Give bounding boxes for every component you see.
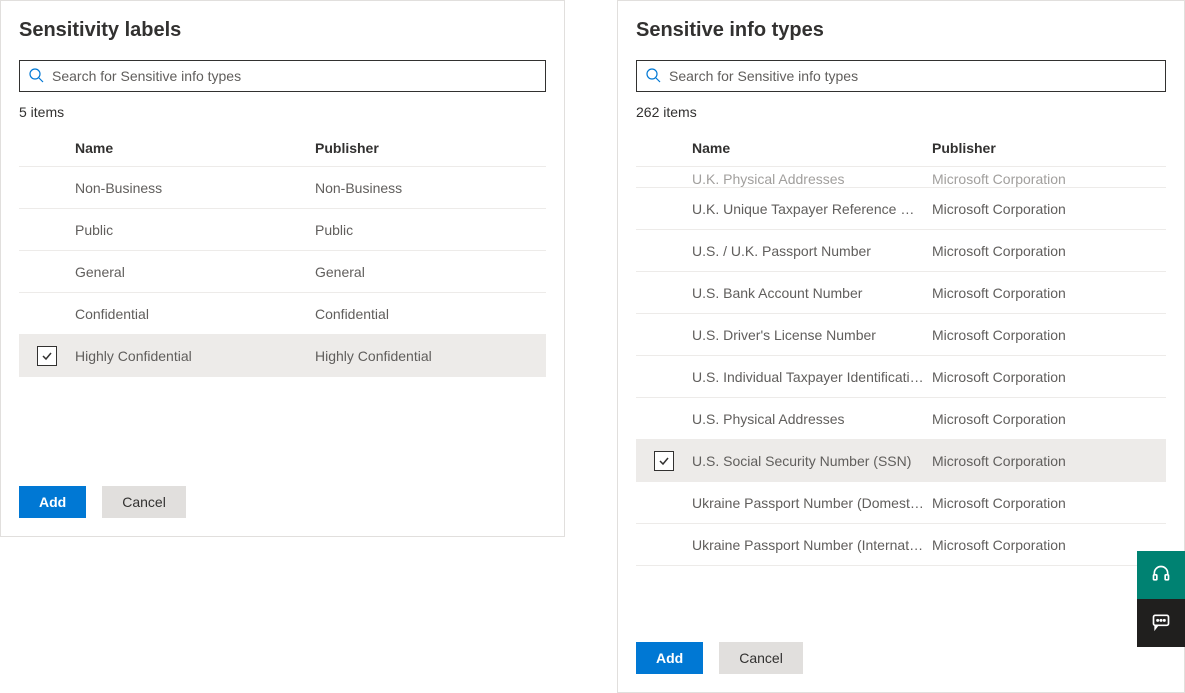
checkbox[interactable] [654,451,674,471]
cell-name: U.S. Individual Taxpayer Identification … [692,369,932,385]
cell-publisher: Microsoft Corporation [932,171,1166,187]
cell-publisher: Microsoft Corporation [932,327,1166,343]
items-count: 5 items [1,92,564,120]
labels-table: Name Publisher Non-BusinessNon-BusinessP… [1,120,564,468]
cell-publisher: Highly Confidential [315,348,546,364]
column-publisher[interactable]: Publisher [932,140,1166,156]
table-row[interactable]: U.S. Physical AddressesMicrosoft Corpora… [636,398,1166,440]
cell-name: Highly Confidential [75,348,315,364]
cell-name: U.S. Driver's License Number [692,327,932,343]
column-name[interactable]: Name [692,140,932,156]
cell-publisher: Microsoft Corporation [932,369,1166,385]
side-buttons [1137,551,1185,647]
table-header: Name Publisher [636,130,1166,167]
button-row: Add Cancel [1,468,564,536]
cancel-button[interactable]: Cancel [102,486,186,518]
sensitivity-labels-panel: Sensitivity labels 5 items Name Publishe… [0,0,565,537]
cell-publisher: General [315,264,546,280]
table-row[interactable]: GeneralGeneral [19,251,546,293]
cell-publisher: Microsoft Corporation [932,285,1166,301]
table-row[interactable]: ConfidentialConfidential [19,293,546,335]
help-button[interactable] [1137,551,1185,599]
cell-name: U.S. / U.K. Passport Number [692,243,932,259]
search-box[interactable] [19,60,546,92]
table-header: Name Publisher [19,130,546,167]
cell-name: Ukraine Passport Number (Domestic) [692,495,932,511]
search-box[interactable] [636,60,1166,92]
search-input[interactable] [669,68,1157,84]
info-types-table: Name Publisher U.K. Physical Addresses M… [618,120,1184,624]
table-row[interactable]: Ukraine Passport Number (International)M… [636,524,1166,566]
chat-icon [1151,612,1171,635]
cell-name: Public [75,222,315,238]
cell-name: U.K. Physical Addresses [692,171,932,187]
add-button[interactable]: Add [19,486,86,518]
cell-name: U.S. Bank Account Number [692,285,932,301]
cell-name: Ukraine Passport Number (International) [692,537,932,553]
column-publisher[interactable]: Publisher [315,140,546,156]
cell-publisher: Public [315,222,546,238]
cell-name: U.S. Social Security Number (SSN) [692,453,932,469]
table-row[interactable]: U.S. Individual Taxpayer Identification … [636,356,1166,398]
table-row[interactable]: U.K. Unique Taxpayer Reference NumberMic… [636,188,1166,230]
cell-publisher: Non-Business [315,180,546,196]
button-row: Add Cancel [618,624,1184,692]
search-container [1,42,564,92]
search-icon [28,67,52,86]
cancel-button[interactable]: Cancel [719,642,803,674]
feedback-button[interactable] [1137,599,1185,647]
cell-publisher: Microsoft Corporation [932,537,1166,553]
column-name[interactable]: Name [75,140,315,156]
cell-publisher: Microsoft Corporation [932,495,1166,511]
items-count: 262 items [618,92,1184,120]
cell-publisher: Confidential [315,306,546,322]
table-row[interactable]: U.S. Social Security Number (SSN)Microso… [636,440,1166,482]
checkbox[interactable] [37,346,57,366]
table-row[interactable]: U.S. / U.K. Passport NumberMicrosoft Cor… [636,230,1166,272]
table-row[interactable]: Non-BusinessNon-Business [19,167,546,209]
cell-publisher: Microsoft Corporation [932,201,1166,217]
cell-name: U.K. Unique Taxpayer Reference Number [692,201,932,217]
headset-icon [1151,564,1171,587]
cell-publisher: Microsoft Corporation [932,243,1166,259]
cell-name: Confidential [75,306,315,322]
sensitive-info-types-panel: Sensitive info types 262 items Name Publ… [617,0,1185,693]
rows-scroll-area[interactable]: U.K. Physical Addresses Microsoft Corpor… [636,167,1166,624]
search-icon [645,67,669,86]
table-row[interactable]: U.S. Driver's License NumberMicrosoft Co… [636,314,1166,356]
table-row[interactable]: U.S. Bank Account NumberMicrosoft Corpor… [636,272,1166,314]
table-row[interactable]: PublicPublic [19,209,546,251]
panel-title: Sensitivity labels [1,1,564,42]
search-input[interactable] [52,68,537,84]
panel-title: Sensitive info types [618,1,1184,42]
cell-name: Non-Business [75,180,315,196]
cell-publisher: Microsoft Corporation [932,411,1166,427]
cell-name: General [75,264,315,280]
table-row[interactable]: U.K. Physical Addresses Microsoft Corpor… [636,167,1166,188]
table-row[interactable]: Highly ConfidentialHighly Confidential [19,335,546,377]
table-row[interactable]: Ukraine Passport Number (Domestic)Micros… [636,482,1166,524]
cell-name: U.S. Physical Addresses [692,411,932,427]
add-button[interactable]: Add [636,642,703,674]
search-container [618,42,1184,92]
cell-publisher: Microsoft Corporation [932,453,1166,469]
